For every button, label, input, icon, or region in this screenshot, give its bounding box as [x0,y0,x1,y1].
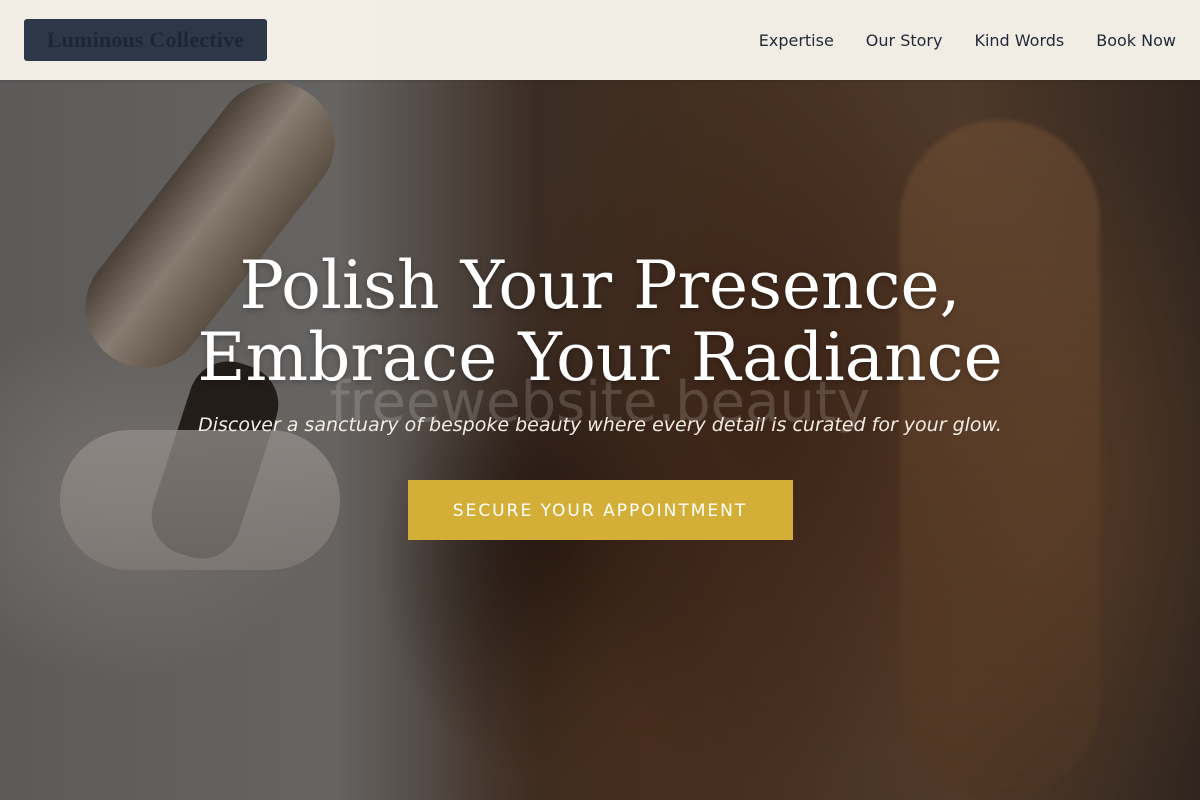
site-header: Luminous Collective Expertise Our Story … [0,0,1200,80]
secure-appointment-button[interactable]: SECURE YOUR APPOINTMENT [407,480,793,540]
nav-link-kind-words[interactable]: Kind Words [974,31,1064,50]
headline-line-2: Embrace Your Radiance [197,319,1003,396]
brand-logo[interactable]: Luminous Collective [24,19,267,61]
brand-name: Luminous Collective [46,27,245,52]
nav-link-expertise[interactable]: Expertise [759,31,834,50]
headline-line-1: Polish Your Presence, [239,247,961,324]
main-nav: Expertise Our Story Kind Words Book Now [759,0,1176,80]
hero-section: Polish Your Presence, Embrace Your Radia… [0,250,1200,540]
nav-link-book-now[interactable]: Book Now [1096,31,1176,50]
hero-subtitle: Discover a sanctuary of bespoke beauty w… [198,414,1002,436]
hero-headline: Polish Your Presence, Embrace Your Radia… [0,250,1200,394]
nav-link-our-story[interactable]: Our Story [866,31,943,50]
landing-page: Luminous Collective Expertise Our Story … [0,0,1200,800]
